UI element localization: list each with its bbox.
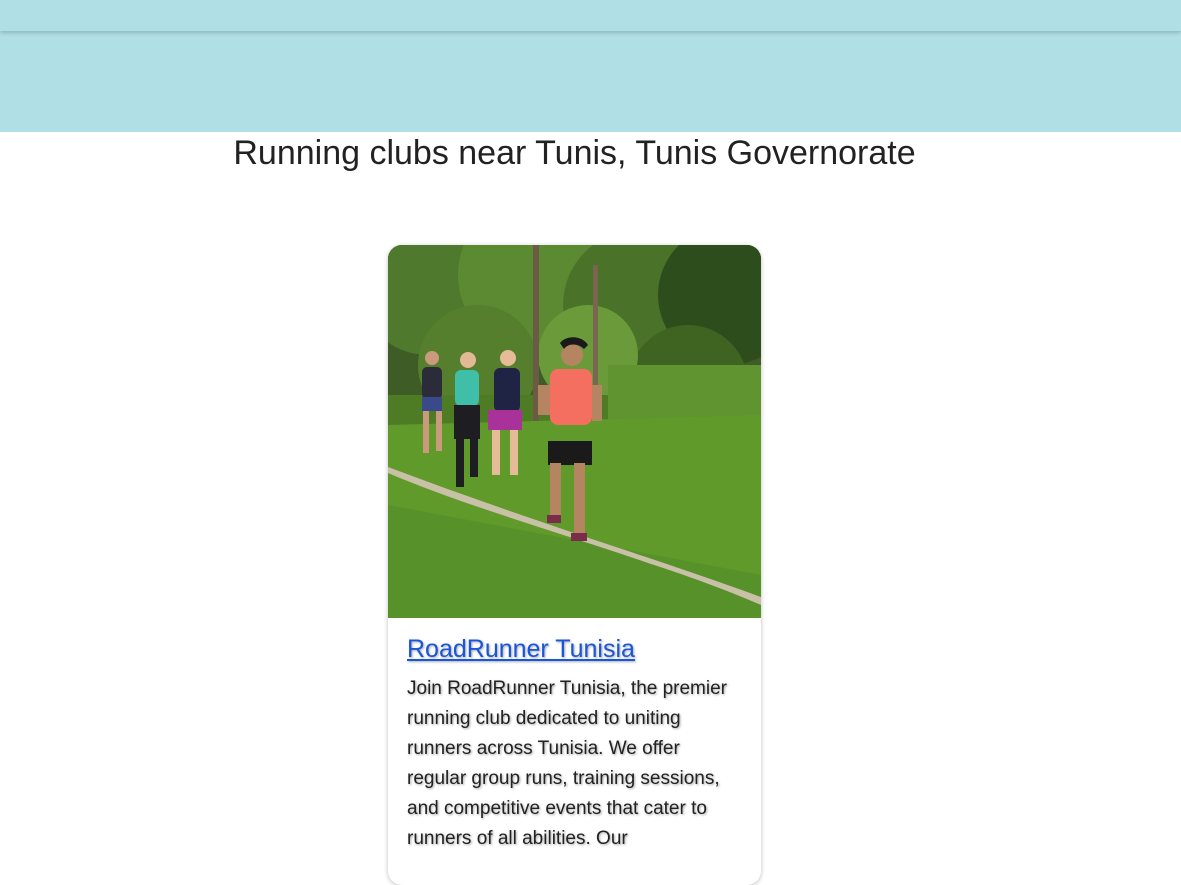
top-navigation-bar	[0, 0, 1181, 31]
club-card: RoadRunner Tunisia Join RoadRunner Tunis…	[388, 245, 761, 885]
runners-photo-icon	[388, 245, 761, 618]
club-card-body: RoadRunner Tunisia Join RoadRunner Tunis…	[388, 618, 761, 854]
club-description: Join RoadRunner Tunisia, the premier run…	[407, 678, 728, 849]
club-name-link[interactable]: RoadRunner Tunisia	[407, 634, 635, 664]
club-photo	[388, 245, 761, 618]
page-title: Running clubs near Tunis, Tunis Governor…	[233, 134, 916, 172]
